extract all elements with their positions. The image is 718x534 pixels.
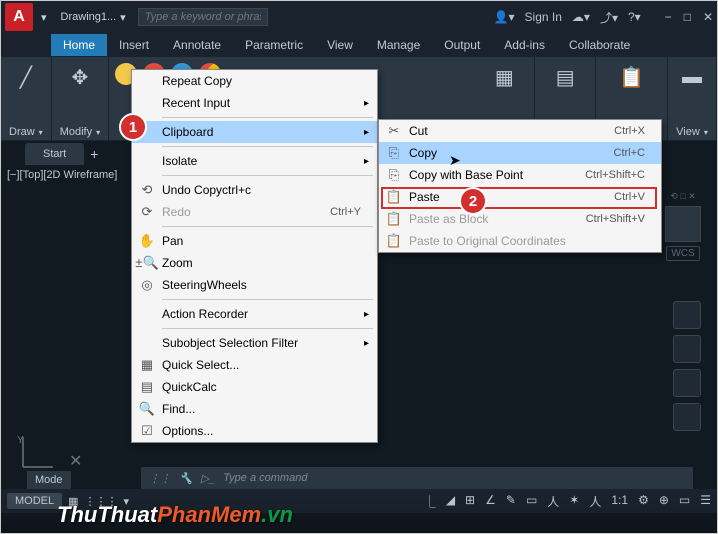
- groups-icon: ▦: [488, 61, 520, 93]
- clipboard-icon: 📋: [615, 61, 647, 93]
- pan-icon: ✋: [132, 233, 162, 249]
- qat-dropdown-icon[interactable]: ▾: [41, 11, 47, 24]
- calc-icon: ▤: [549, 61, 581, 93]
- mi-qselect[interactable]: ▦Quick Select...: [132, 354, 377, 376]
- ribbon-tabs: Home Insert Annotate Parametric View Man…: [1, 33, 717, 57]
- tab-collaborate[interactable]: Collaborate: [557, 34, 642, 56]
- panel-draw[interactable]: ╱Draw: [1, 57, 52, 140]
- calc-icon: ▤: [132, 379, 162, 395]
- maximize-button[interactable]: □: [684, 10, 691, 24]
- paste-block-icon: 📋: [379, 211, 409, 227]
- paste-icon: 📋: [379, 189, 409, 205]
- help-icon[interactable]: ?▾: [628, 10, 641, 24]
- tab-annotate[interactable]: Annotate: [161, 34, 233, 56]
- mi-clipboard[interactable]: Clipboard: [132, 121, 377, 143]
- mi-pan[interactable]: ✋Pan: [132, 230, 377, 252]
- cmd-config-icon[interactable]: 🔧: [179, 472, 193, 485]
- redo-icon: ⟳: [132, 204, 162, 220]
- viewport-x-icon: ✕: [69, 451, 82, 471]
- paste-orig-icon: 📋: [379, 233, 409, 249]
- cut-icon: ✂: [379, 123, 409, 139]
- mi-subobj[interactable]: Subobject Selection Filter: [132, 332, 377, 354]
- cmd-prompt-icon: ▷_: [201, 472, 216, 485]
- minimize-button[interactable]: −: [665, 10, 672, 24]
- callout-badge-2: 2: [459, 187, 487, 215]
- new-tab-button[interactable]: +: [90, 146, 98, 162]
- cloud-icon[interactable]: ☁▾: [572, 10, 590, 24]
- wheel-icon: ◎: [132, 277, 162, 293]
- context-menu-clipboard: ✂CutCtrl+X ⎘CopyCtrl+C ⎘Copy with Base P…: [378, 119, 662, 253]
- options-icon: ☑: [132, 423, 162, 439]
- viewcube[interactable]: [665, 206, 701, 242]
- mi-find[interactable]: 🔍Find...: [132, 398, 377, 420]
- mi-pasteblk: 📋Paste as BlockCtrl+Shift+V: [379, 208, 661, 230]
- wcs-label: WCS: [666, 246, 699, 261]
- tab-manage[interactable]: Manage: [365, 34, 432, 56]
- command-line[interactable]: ⋮⋮ 🔧 ▷_ Type a command: [141, 467, 693, 489]
- signin-link[interactable]: Sign In: [525, 10, 562, 24]
- mi-undo[interactable]: ⟲Undo Copyctrl+c: [132, 179, 377, 201]
- zoom-icon: ±🔍: [132, 255, 162, 271]
- title-bar: A ▾ Drawing1...▾ 👤▾ Sign In ☁▾ ⤴▾ ?▾ − □…: [1, 1, 717, 33]
- mi-action[interactable]: Action Recorder: [132, 303, 377, 325]
- mi-zoom[interactable]: ±🔍Zoom: [132, 252, 377, 274]
- app-logo[interactable]: A: [5, 3, 33, 31]
- context-menu-main: Repeat Copy Recent Input Clipboard Isola…: [131, 69, 378, 443]
- tab-home[interactable]: Home: [51, 34, 107, 56]
- close-button[interactable]: ✕: [703, 10, 713, 24]
- mi-recent[interactable]: Recent Input: [132, 92, 377, 114]
- mi-qcalc[interactable]: ▤QuickCalc: [132, 376, 377, 398]
- mi-redo: ⟳RedoCtrl+Y: [132, 201, 377, 223]
- view-label[interactable]: [−][Top][2D Wireframe]: [7, 169, 117, 181]
- callout-badge-1: 1: [119, 113, 147, 141]
- filetab-start[interactable]: Start: [25, 143, 84, 165]
- ucs-icon: Y: [17, 433, 57, 473]
- nav-bar[interactable]: [673, 301, 703, 431]
- folder-icon: ▬: [676, 61, 708, 93]
- mi-options[interactable]: ☑Options...: [132, 420, 377, 442]
- mi-pasteorig: 📋Paste to Original Coordinates: [379, 230, 661, 252]
- model-tab[interactable]: Mode: [27, 471, 71, 489]
- share-icon[interactable]: ⤴▾: [600, 9, 618, 26]
- mi-repeat[interactable]: Repeat Copy: [132, 70, 377, 92]
- mi-wheels[interactable]: ◎SteeringWheels: [132, 274, 377, 296]
- move-icon: ✥: [64, 61, 96, 93]
- copy-bp-icon: ⎘: [379, 167, 409, 183]
- mi-isolate[interactable]: Isolate: [132, 150, 377, 172]
- user-icon[interactable]: 👤▾: [494, 10, 515, 24]
- tab-view[interactable]: View: [315, 34, 365, 56]
- copy-icon: ⎘: [379, 145, 409, 161]
- tab-parametric[interactable]: Parametric: [233, 34, 315, 56]
- viewcube-panel[interactable]: ⟲ □ ✕ WCS: [663, 191, 703, 261]
- undo-icon: ⟲: [132, 182, 162, 198]
- mi-paste[interactable]: 📋PasteCtrl+V: [379, 186, 661, 208]
- search-input[interactable]: [138, 8, 268, 26]
- line-icon: ╱: [10, 61, 42, 93]
- panel-view[interactable]: ▬View: [668, 57, 717, 140]
- tab-output[interactable]: Output: [432, 34, 492, 56]
- mi-copy[interactable]: ⎘CopyCtrl+C: [379, 142, 661, 164]
- tab-insert[interactable]: Insert: [107, 34, 161, 56]
- panel-modify[interactable]: ✥Modify: [52, 57, 109, 140]
- watermark: ThuThuatPhanMem.vn: [1, 497, 717, 533]
- mouse-cursor-icon: ➤: [449, 152, 461, 169]
- find-icon: 🔍: [132, 401, 162, 417]
- document-title[interactable]: Drawing1...▾: [55, 9, 132, 26]
- cmd-handle-icon[interactable]: ⋮⋮: [149, 472, 171, 485]
- quickselect-icon: ▦: [132, 357, 162, 373]
- mi-copybp[interactable]: ⎘Copy with Base PointCtrl+Shift+C: [379, 164, 661, 186]
- mi-cut[interactable]: ✂CutCtrl+X: [379, 120, 661, 142]
- svg-text:Y: Y: [17, 435, 24, 446]
- tab-addins[interactable]: Add-ins: [492, 34, 557, 56]
